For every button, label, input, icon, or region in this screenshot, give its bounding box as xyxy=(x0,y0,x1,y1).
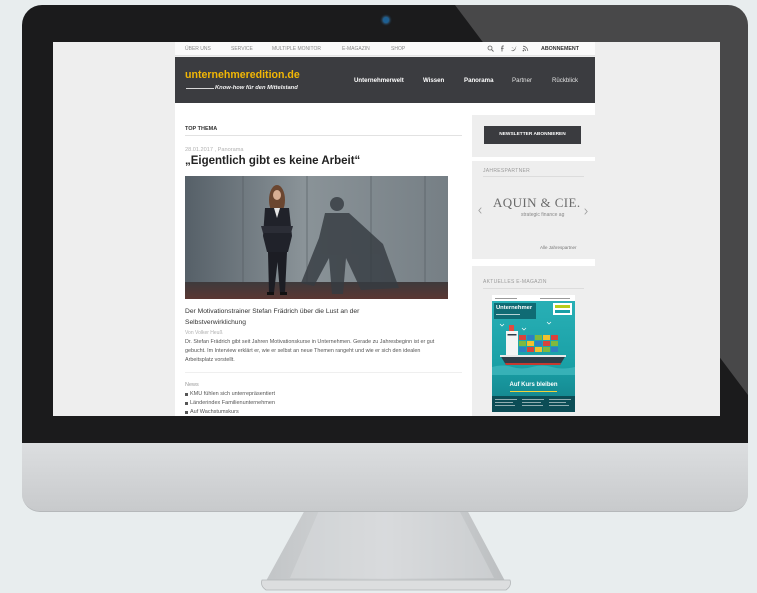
nav-unternehmerwelt[interactable]: Unternehmerwelt xyxy=(354,77,404,84)
partner-logo[interactable]: AQUIN & CIE. xyxy=(493,196,581,210)
article-summary: Dr. Stefan Frädrich gibt seit Jahren Mot… xyxy=(185,338,435,363)
section-label: TOP THEMA xyxy=(185,126,218,132)
partner-logo-subline: strategic finance ag xyxy=(521,212,565,218)
article-byline: Von Volker Heuß xyxy=(185,330,223,336)
nav-partner[interactable]: Partner xyxy=(512,77,532,84)
news-item-label[interactable]: Länderindex Familienunternehmen xyxy=(190,400,275,406)
twitter-icon[interactable] xyxy=(510,45,517,52)
all-partners-link[interactable]: Alle Jahrespartner xyxy=(540,245,577,250)
monitor-chin xyxy=(22,443,748,512)
section-divider xyxy=(185,135,462,136)
partners-heading: JAHRESPARTNER xyxy=(483,168,531,174)
article-photo[interactable] xyxy=(185,176,448,299)
cover-bottom-strip xyxy=(492,396,575,412)
newsletter-subscribe-button[interactable]: NEWSLETTER ABONNIEREN xyxy=(484,126,581,144)
top-link-service[interactable]: SERVICE xyxy=(231,46,253,52)
top-link-e-magazin[interactable]: E-MAGAZIN xyxy=(342,46,370,52)
site-logo[interactable]: unternehmeredition.de xyxy=(185,69,300,81)
cover-issue-badge xyxy=(553,303,572,315)
partners-box: JAHRESPARTNER AQUIN & CIE. strategic fin… xyxy=(472,161,595,259)
site-tagline: Know-how für den Mittelstand xyxy=(215,85,298,91)
article-meta: 28.01.2017 , Panorama xyxy=(185,147,244,153)
news-heading: News xyxy=(185,382,199,388)
top-link-about[interactable]: ÜBER UNS xyxy=(185,46,211,52)
subscribe-link[interactable]: ABONNEMENT xyxy=(541,46,579,52)
search-icon[interactable] xyxy=(487,45,494,52)
article-teaser[interactable]: Der Motivationstrainer Stefan Frädrich ü… xyxy=(185,306,380,328)
cover-title: Unternehmer xyxy=(496,305,533,311)
newsletter-box: NEWSLETTER ABONNIEREN xyxy=(472,115,595,157)
site-header: unternehmeredition.de Know-how für den M… xyxy=(175,57,595,103)
magazine-heading: AKTUELLES E-MAGAZIN xyxy=(483,279,547,285)
nav-panorama[interactable]: Panorama xyxy=(464,77,493,84)
cover-title-block: Unternehmer xyxy=(494,303,536,319)
chevron-right-icon[interactable] xyxy=(584,208,588,215)
nav-wissen[interactable]: Wissen xyxy=(423,77,444,84)
monitor-screen: ÜBER UNS SERVICE MULTIPLE MONITOR E-MAGA… xyxy=(53,42,720,416)
utility-bar: ÜBER UNS SERVICE MULTIPLE MONITOR E-MAGA… xyxy=(175,42,595,56)
magazine-cover[interactable]: Unternehmer Auf Kurs bleiben xyxy=(492,295,575,412)
bullet-icon xyxy=(185,401,188,405)
top-link-shop[interactable]: SHOP xyxy=(391,46,405,52)
magazine-box: AKTUELLES E-MAGAZIN Unternehmer Auf Kurs… xyxy=(472,266,595,416)
rss-icon[interactable] xyxy=(522,45,529,52)
cover-ship-illustration xyxy=(492,321,575,375)
article-headline[interactable]: „Eigentlich gibt es keine Arbeit“ xyxy=(185,155,360,168)
partners-divider xyxy=(483,176,584,177)
news-item-label[interactable]: KMU fühlen sich unterrepräsentiert xyxy=(190,391,275,397)
chevron-left-icon[interactable] xyxy=(478,207,482,214)
main-content: TOP THEMA 28.01.2017 , Panorama „Eigentl… xyxy=(175,103,595,416)
nav-rueckblick[interactable]: Rückblick xyxy=(552,77,578,84)
top-link-multiple-monitor[interactable]: MULTIPLE MONITOR xyxy=(272,46,321,52)
cover-top-strip xyxy=(492,295,575,301)
news-divider xyxy=(185,372,462,373)
camera-icon xyxy=(383,17,389,23)
bullet-icon xyxy=(185,410,188,414)
magazine-divider xyxy=(483,288,584,289)
facebook-icon[interactable] xyxy=(499,45,506,52)
tagline-rule xyxy=(186,88,214,89)
news-item-label[interactable]: Auf Wachstumskurs xyxy=(190,409,239,415)
cover-subline-rule xyxy=(510,391,557,392)
cover-headline: Auf Kurs bleiben xyxy=(509,382,558,388)
bullet-icon xyxy=(185,392,188,396)
